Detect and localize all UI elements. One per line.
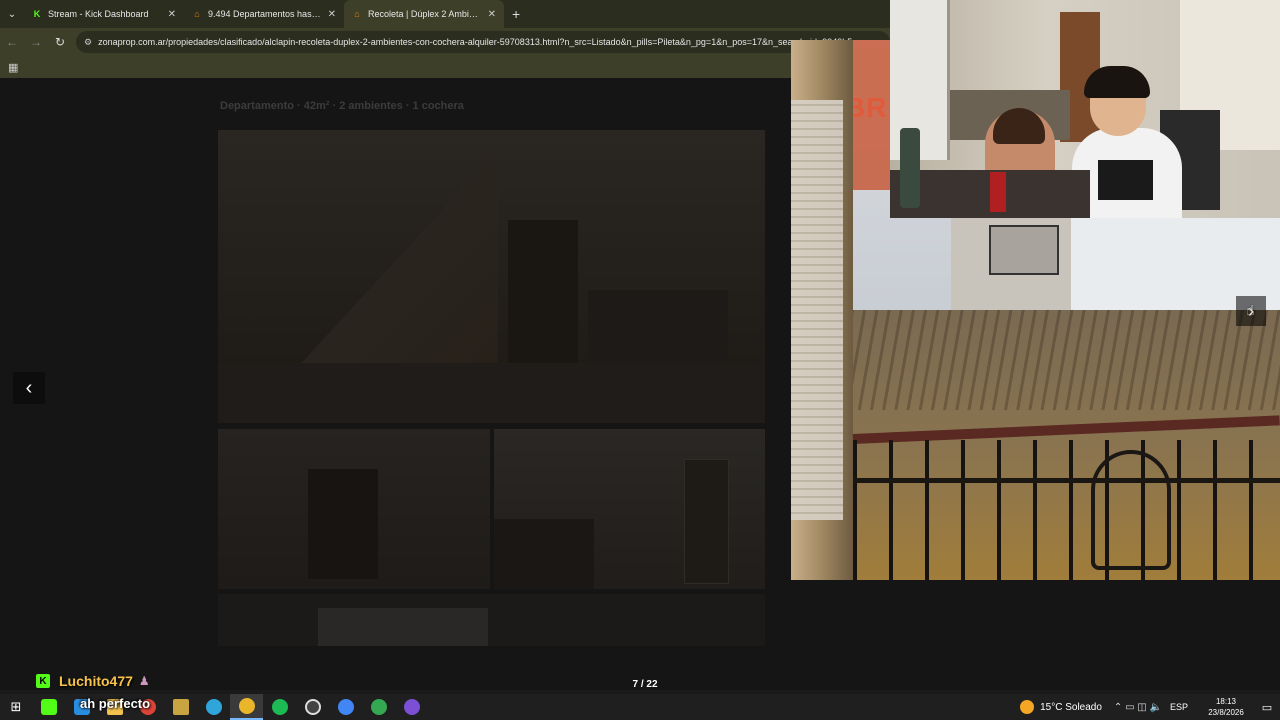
tab-recoleta-duplex[interactable]: ⌂ Recoleta | Dúplex 2 Ambientes ✕ [344,0,504,28]
weather-text: 15°C Soleado [1040,701,1102,713]
language-indicator[interactable]: ESP [1170,702,1188,712]
zonaprop-icon: ⌂ [194,9,200,19]
tab-kick-dashboard[interactable]: K Stream - Kick Dashboard ✕ [24,0,184,28]
zonaprop-icon: ⌂ [354,9,360,19]
balcony-shape [989,225,1059,275]
counter-shape [494,519,594,589]
back-arrow-icon[interactable]: ← [0,30,24,54]
windows-taskbar: ⊞ 15°C Soleado ⌃ ▭ ◫ 🔈 ESP 18:13 23/8/20… [0,694,1280,720]
cup-shape [990,172,1006,212]
chat-message-header: K Luchito477 ♟ [36,673,150,689]
screen: ⌄ K Stream - Kick Dashboard ✕ ⌂ 9.494 De… [0,0,1280,720]
kick-badge-icon: K [36,674,50,688]
railing-mid [853,478,1280,483]
webcam-overlay [890,0,1280,218]
new-tab-button[interactable]: + [504,0,528,28]
folder-app-icon[interactable] [164,694,197,720]
gallery-thumb[interactable] [494,429,765,589]
clock-date: 23/8/2026 [1208,708,1244,717]
gallery-thumb[interactable] [218,429,490,589]
kick-app-icon[interactable] [32,694,65,720]
appliance-shape [318,608,488,646]
notification-icon[interactable]: ▭ [1254,701,1280,714]
tab-departamentos[interactable]: ⌂ 9.494 Departamentos hasta $1. ✕ [184,0,344,28]
apps-grid-icon[interactable]: ▦ [8,61,18,74]
bookmarks-bar: ▦ [0,56,890,78]
site-info-icon[interactable]: ⚙ [84,37,92,48]
close-icon[interactable]: ✕ [168,9,176,20]
close-icon[interactable]: ✕ [328,9,336,20]
gallery-counter: 7 / 22 [632,679,658,690]
weather-widget[interactable]: 15°C Soleado [1020,700,1102,714]
tab-title: Recoleta | Dúplex 2 Ambientes [368,9,482,19]
chrome-app-icon[interactable] [362,694,395,720]
tab-title: Stream - Kick Dashboard [48,9,149,19]
clock[interactable]: 18:13 23/8/2026 [1198,696,1254,718]
edge-app-icon[interactable] [197,694,230,720]
gallery-thumb[interactable] [218,594,765,646]
kitchen-shape [588,290,728,370]
door-shape [684,459,729,584]
sun-icon [1020,700,1035,714]
close-icon[interactable]: ✕ [488,9,496,20]
discord-app-icon[interactable] [395,694,428,720]
doorway-shape [308,469,378,579]
browser-tab-strip: ⌄ K Stream - Kick Dashboard ✕ ⌂ 9.494 De… [0,0,890,28]
tab-search-icon[interactable]: ⌄ [0,0,24,28]
gallery-prev-button[interactable]: ‹ [13,372,45,404]
system-tray-icons[interactable]: ⌃ ▭ ◫ 🔈 [1114,702,1162,713]
cabinet-shape [508,220,578,370]
emote-icon: ♟ [138,674,150,688]
glass-block [791,100,843,520]
windows-start-icon[interactable]: ⊞ [0,694,32,720]
reload-icon[interactable]: ↻ [48,30,72,54]
clock-time: 18:13 [1215,697,1237,706]
chat-username: Luchito477 [59,673,133,689]
bottle-shape [900,128,920,208]
railing-ornament [1091,450,1171,570]
chrome-app-icon[interactable] [329,694,362,720]
spotify-app-icon[interactable] [263,694,296,720]
address-bar[interactable]: ⚙ zonaprop.com.ar/propiedades/clasificad… [76,31,890,53]
chrome-app-icon[interactable] [230,694,263,720]
shirt-print [1098,160,1153,200]
shelf-shape [890,0,950,160]
url-text: zonaprop.com.ar/propiedades/clasificado/… [98,37,853,47]
listing-summary: Departamento · 42m² · 2 ambientes · 1 co… [220,100,464,112]
chat-message-text: ah perfecto [80,696,151,711]
ivy-texture [851,310,1280,410]
browser-toolbar: ← → ↻ ⚙ zonaprop.com.ar/propiedades/clas… [0,28,890,56]
gallery-photo-main[interactable] [218,130,765,423]
kick-icon: K [33,9,41,19]
forward-arrow-icon[interactable]: → [24,30,48,54]
railing-bars [853,440,1280,580]
tab-title: 9.494 Departamentos hasta $1. [208,9,322,19]
obs-app-icon[interactable] [296,694,329,720]
pointer-cursor-icon: ☝ [1246,302,1255,318]
floor-shape [218,363,765,423]
